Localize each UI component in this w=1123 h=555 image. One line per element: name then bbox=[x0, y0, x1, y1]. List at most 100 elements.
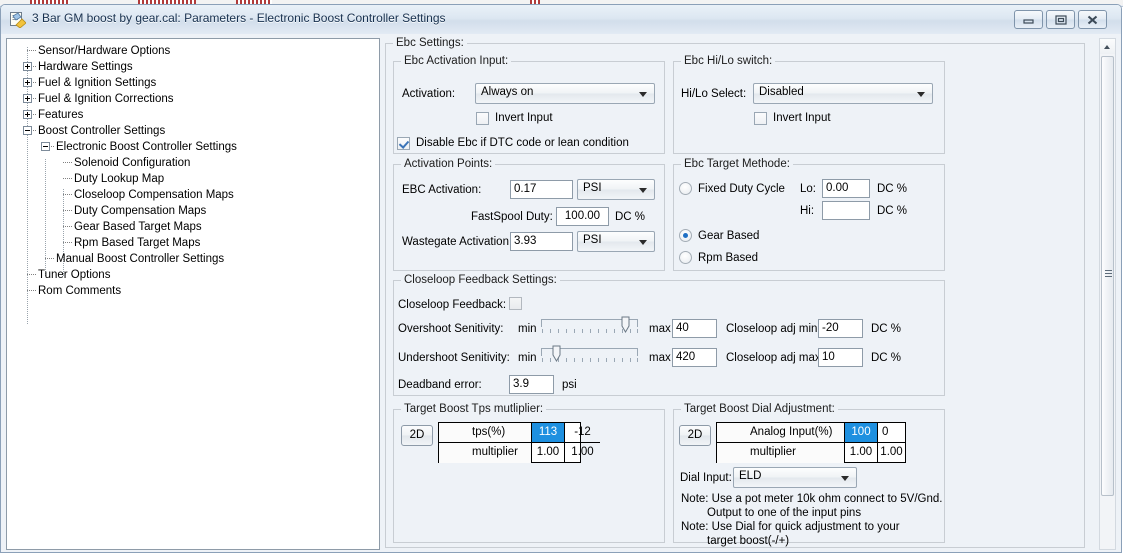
undershoot-min-label: min bbox=[518, 352, 537, 364]
lo-input[interactable]: 0.00 bbox=[822, 179, 870, 198]
hi-label: Hi: bbox=[800, 205, 815, 217]
undershoot-value-input[interactable]: 420 bbox=[672, 348, 717, 367]
hilo-select[interactable]: Disabled bbox=[753, 83, 933, 104]
tree-item-features[interactable]: Features bbox=[7, 107, 379, 123]
ebc-activation-input[interactable]: 0.17 bbox=[510, 180, 573, 199]
minimize-button[interactable] bbox=[1014, 10, 1043, 29]
closeloop-adj-max-input[interactable]: 10 bbox=[818, 348, 863, 367]
dial-note-line-4: target boost(-/+) bbox=[707, 535, 790, 547]
scroll-thumb[interactable] bbox=[1101, 56, 1114, 496]
tree-item-rpm-based-target-maps[interactable]: Rpm Based Target Maps bbox=[7, 235, 379, 251]
multiplier-row-label: multiplier bbox=[439, 443, 531, 463]
dial-2d-button[interactable]: 2D bbox=[679, 425, 711, 446]
collapse-minus-icon[interactable] bbox=[23, 126, 32, 135]
tree-item-fuel-ignition-corrections[interactable]: Fuel & Ignition Corrections bbox=[7, 91, 379, 107]
closeloop-adj-max-unit: DC % bbox=[871, 352, 902, 364]
expand-plus-icon[interactable] bbox=[23, 78, 32, 87]
tree-item-electronic-boost-controller-settings[interactable]: Electronic Boost Controller Settings bbox=[7, 139, 379, 155]
dial-input-select-value: ELD bbox=[739, 470, 762, 482]
tps-2d-button[interactable]: 2D bbox=[401, 425, 433, 446]
fastspool-duty-unit: DC % bbox=[615, 211, 646, 223]
slider-thumb[interactable] bbox=[621, 316, 630, 333]
invert-input-activation-checkbox[interactable] bbox=[476, 112, 489, 125]
expand-plus-icon[interactable] bbox=[23, 62, 32, 71]
radio-fixed-duty-cycle[interactable] bbox=[679, 182, 692, 195]
tree-item-sensor-hardware-options[interactable]: Sensor/Hardware Options bbox=[7, 43, 379, 59]
tree-item-fuel-ignition-settings[interactable]: Fuel & Ignition Settings bbox=[7, 75, 379, 91]
dial-note-line-1: Note: Use a pot meter 10k ohm connect to… bbox=[681, 493, 943, 505]
dial-input-label: Dial Input: bbox=[680, 472, 732, 484]
expand-plus-icon[interactable] bbox=[23, 110, 32, 119]
application-window: 3 Bar GM boost by gear.cal: Parameters -… bbox=[0, 4, 1122, 553]
tree-item-duty-compensation-maps[interactable]: Duty Compensation Maps bbox=[7, 203, 379, 219]
tree-item-gear-based-target-maps[interactable]: Gear Based Target Maps bbox=[7, 219, 379, 235]
settings-tree[interactable]: Sensor/Hardware Options Hardware Setting… bbox=[6, 38, 380, 550]
lo-unit: DC % bbox=[877, 183, 908, 195]
analog-input-row-label: Analog Input(%) bbox=[717, 423, 844, 443]
tps-cell-0-1[interactable]: -12 bbox=[564, 423, 600, 443]
radio-gear-based[interactable] bbox=[679, 229, 692, 242]
tps-cell-0-0[interactable]: 113 bbox=[531, 423, 564, 443]
tree-item-boost-controller-settings[interactable]: Boost Controller Settings bbox=[7, 123, 379, 139]
tree-item-rom-comments[interactable]: Rom Comments bbox=[7, 283, 379, 299]
tps-cell-1-0[interactable]: 1.00 bbox=[531, 443, 564, 463]
chevron-down-icon bbox=[841, 476, 849, 481]
closeloop-feedback-checkbox[interactable] bbox=[509, 297, 522, 310]
deadband-error-label: Deadband error: bbox=[398, 379, 482, 391]
dial-cell-1-1[interactable]: 1.00 bbox=[877, 443, 905, 463]
dial-cell-0-1[interactable]: 0 bbox=[877, 423, 905, 443]
hilo-select-value: Disabled bbox=[759, 86, 804, 98]
tps-cell-1-1[interactable]: 1.00 bbox=[564, 443, 600, 463]
ebc-settings-region: Ebc Settings: Ebc Activation Input: Acti… bbox=[385, 37, 1087, 550]
overshoot-sensitivity-slider[interactable] bbox=[541, 316, 638, 335]
tps-row-label: tps(%) bbox=[439, 423, 531, 443]
disable-ebc-checkbox[interactable] bbox=[397, 137, 410, 150]
undershoot-sensitivity-slider[interactable] bbox=[541, 345, 638, 364]
vertical-scrollbar[interactable] bbox=[1099, 38, 1116, 550]
tree-item-label: Rom Comments bbox=[38, 285, 122, 297]
fastspool-duty-input[interactable]: 100.00 bbox=[556, 207, 609, 226]
title-bar[interactable]: 3 Bar GM boost by gear.cal: Parameters -… bbox=[1, 5, 1121, 35]
tree-item-closeloop-compensation-maps[interactable]: Closeloop Compensation Maps bbox=[7, 187, 379, 203]
tree-item-tuner-options[interactable]: Tuner Options bbox=[7, 267, 379, 283]
ebc-activation-unit-select[interactable]: PSI bbox=[577, 179, 655, 200]
tree-item-label: Tuner Options bbox=[38, 269, 111, 281]
overshoot-value-input[interactable]: 40 bbox=[672, 319, 717, 338]
tree-item-label: Sensor/Hardware Options bbox=[38, 45, 171, 57]
slider-thumb[interactable] bbox=[552, 345, 561, 362]
undershoot-max-label: max bbox=[649, 352, 671, 364]
scroll-up-button[interactable] bbox=[1100, 39, 1115, 54]
wastegate-unit-select[interactable]: PSI bbox=[577, 231, 655, 252]
undershoot-sensitivity-label: Undershoot Senitivity: bbox=[398, 352, 510, 364]
tree-item-label: Fuel & Ignition Settings bbox=[38, 77, 157, 89]
dial-cell-1-0[interactable]: 1.00 bbox=[844, 443, 877, 463]
deadband-error-input[interactable]: 3.9 bbox=[509, 375, 554, 394]
tree-item-manual-boost-controller-settings[interactable]: Manual Boost Controller Settings bbox=[7, 251, 379, 267]
tree-item-label: Electronic Boost Controller Settings bbox=[56, 141, 237, 153]
activation-select[interactable]: Always on bbox=[475, 83, 655, 104]
hi-input[interactable] bbox=[822, 201, 870, 220]
tree-item-duty-lookup-map[interactable]: Duty Lookup Map bbox=[7, 171, 379, 187]
dial-cell-0-0[interactable]: 100 bbox=[844, 423, 877, 443]
radio-rpm-based-label: Rpm Based bbox=[698, 252, 759, 264]
tree-item-label: Duty Lookup Map bbox=[74, 173, 165, 185]
dial-adjustment-grid[interactable]: Analog Input(%) multiplier 100 0 1.00 1.… bbox=[716, 422, 906, 463]
closeloop-adj-min-input[interactable]: -20 bbox=[818, 319, 863, 338]
close-button[interactable] bbox=[1078, 10, 1107, 29]
tree-item-solenoid-configuration[interactable]: Solenoid Configuration bbox=[7, 155, 379, 171]
collapse-minus-icon[interactable] bbox=[41, 142, 50, 151]
chevron-down-icon bbox=[639, 92, 647, 97]
radio-gear-based-label: Gear Based bbox=[698, 230, 760, 242]
closeloop-feedback-label: Closeloop Feedback: bbox=[398, 299, 507, 311]
dial-input-select[interactable]: ELD bbox=[733, 467, 857, 488]
invert-input-hilo-checkbox[interactable] bbox=[754, 112, 767, 125]
tps-multiplier-grid[interactable]: tps(%) multiplier 113 -12 1.00 1.00 bbox=[438, 422, 600, 463]
dial-note-line-3: Note: Use Dial for quick adjustment to y… bbox=[681, 521, 900, 533]
overshoot-min-label: min bbox=[518, 323, 537, 335]
tree-item-hardware-settings[interactable]: Hardware Settings bbox=[7, 59, 379, 75]
radio-rpm-based[interactable] bbox=[679, 251, 692, 264]
tree-item-label: Manual Boost Controller Settings bbox=[56, 253, 225, 265]
expand-plus-icon[interactable] bbox=[23, 94, 32, 103]
restore-button[interactable] bbox=[1046, 10, 1075, 29]
wastegate-activation-input[interactable]: 3.93 bbox=[510, 232, 573, 251]
